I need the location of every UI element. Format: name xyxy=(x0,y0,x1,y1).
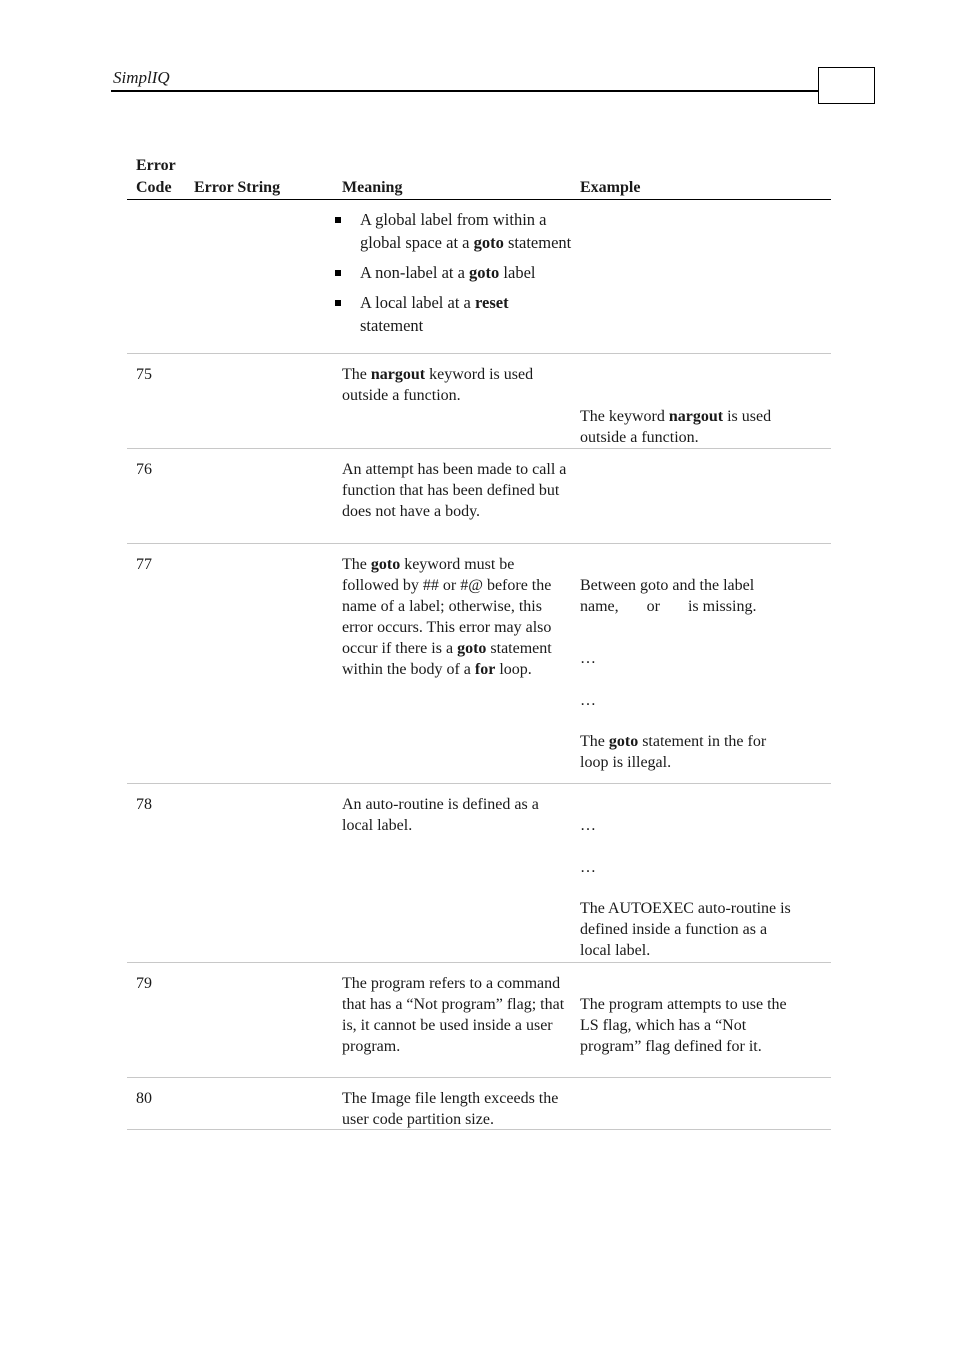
example-line: … xyxy=(580,857,596,878)
text-segment: LS flag, which has a “Not xyxy=(580,1017,747,1034)
bullet-text: A global label from within a global spac… xyxy=(360,210,571,252)
text-segment: A local label at a xyxy=(360,293,475,312)
meaning-bullet-list: A global label from within a global spac… xyxy=(332,208,572,344)
example-line: LS flag, which has a “Not xyxy=(580,1015,746,1036)
text-segment: The xyxy=(580,733,609,750)
text-segment: … xyxy=(580,650,596,667)
text-segment: loop is illegal. xyxy=(580,754,672,771)
text-segment: statement xyxy=(360,316,424,335)
error-meaning: An auto-routine is defined as a local la… xyxy=(342,794,567,836)
error-code: 75 xyxy=(136,366,152,383)
table-row: 75 The nargout keyword is used outside a… xyxy=(127,354,831,449)
example-line: program” flag defined for it. xyxy=(580,1036,762,1057)
header-rule xyxy=(111,90,819,92)
column-header-code-line1: Error xyxy=(136,157,176,174)
error-code: 80 xyxy=(136,1090,152,1107)
keyword-text: reset xyxy=(475,293,509,312)
column-header-error-code: Error Code xyxy=(136,155,176,199)
text-segment: The AUTOEXEC auto-routine is xyxy=(580,900,791,917)
bullet-icon xyxy=(335,217,341,223)
error-code: 77 xyxy=(136,556,152,573)
text-segment: is used xyxy=(723,408,772,425)
bullet-icon xyxy=(335,270,341,276)
example-line: Between goto and the label xyxy=(580,575,754,596)
page-number-box xyxy=(818,67,875,104)
table-row: 78 An auto-routine is defined as a local… xyxy=(127,784,831,963)
text-segment: label xyxy=(499,263,536,282)
example-line: outside a function. xyxy=(580,427,699,448)
text-segment: program” flag defined for it. xyxy=(580,1038,762,1055)
example-line: name, or is missing. xyxy=(580,596,756,617)
text-segment: outside a function. xyxy=(580,429,699,446)
text-segment: defined inside a function as a xyxy=(580,921,768,938)
text-segment: name, or is missing. xyxy=(580,598,757,615)
keyword-text: goto xyxy=(457,640,487,657)
error-meaning: The nargout keyword is used outside a fu… xyxy=(342,364,567,406)
keyword-text: goto xyxy=(370,556,401,573)
column-header-code-line2: Code xyxy=(136,179,172,196)
error-meaning: The program refers to a command that has… xyxy=(342,973,567,1057)
text-segment: loop. xyxy=(495,661,532,678)
example-line: The program attempts to use the xyxy=(580,994,787,1015)
text-segment: The xyxy=(342,366,371,383)
keyword-text: goto xyxy=(469,263,500,282)
column-header-example: Example xyxy=(580,179,641,196)
table-header: Error Code Error String Meaning Example xyxy=(127,155,831,200)
error-code: 78 xyxy=(136,796,152,813)
text-segment: The keyword xyxy=(580,408,669,425)
bullet-item: A local label at a reset statement xyxy=(332,291,572,337)
example-line: loop is illegal. xyxy=(580,752,671,773)
example-line: local label. xyxy=(580,940,650,961)
text-segment: … xyxy=(580,692,596,709)
text-segment: The program refers to a command that has… xyxy=(342,975,565,1055)
text-segment: statement xyxy=(503,233,572,252)
text-segment: The Image file length exceeds the user c… xyxy=(342,1090,559,1128)
bullet-text: A local label at a reset statement xyxy=(360,293,509,335)
example-line: The keyword nargout is used xyxy=(580,406,771,427)
table-row: 77 The goto keyword must be followed by … xyxy=(127,544,831,784)
example-line: defined inside a function as a xyxy=(580,919,767,940)
error-meaning: An attempt has been made to call a funct… xyxy=(342,459,567,522)
text-segment: An auto-routine is defined as a local la… xyxy=(342,796,539,834)
example-line: … xyxy=(580,690,596,711)
table-row: 80 The Image file length exceeds the use… xyxy=(127,1078,831,1130)
table-row-continuation: A global label from within a global spac… xyxy=(127,200,831,354)
text-segment: A non-label at a xyxy=(360,263,470,282)
error-code: 79 xyxy=(136,975,152,992)
text-segment: statement in the for xyxy=(638,733,767,750)
table-row: 76 An attempt has been made to call a fu… xyxy=(127,449,831,544)
error-code-table: Error Code Error String Meaning Example … xyxy=(127,155,831,1130)
keyword-text: nargout xyxy=(370,366,426,383)
text-segment: The program attempts to use the xyxy=(580,996,787,1013)
example-line: The goto statement in the for xyxy=(580,731,766,752)
bullet-text: A non-label at a goto label xyxy=(360,263,536,282)
table-row: 79 The program refers to a command that … xyxy=(127,963,831,1078)
bullet-item: A non-label at a goto label xyxy=(332,261,572,284)
column-header-meaning: Meaning xyxy=(342,179,403,196)
example-line: … xyxy=(580,815,596,836)
text-segment: Between goto and the label xyxy=(580,577,755,594)
text-segment: The xyxy=(342,556,371,573)
column-header-error-string: Error String xyxy=(194,179,281,196)
text-segment: … xyxy=(580,817,596,834)
keyword-text: goto xyxy=(608,733,639,750)
bullet-icon xyxy=(335,300,341,306)
error-meaning: The goto keyword must be followed by ## … xyxy=(342,554,567,680)
error-code: 76 xyxy=(136,461,152,478)
keyword-text: for xyxy=(474,661,496,678)
text-segment: … xyxy=(580,859,596,876)
keyword-text: goto xyxy=(473,233,504,252)
bullet-item: A global label from within a global spac… xyxy=(332,208,572,254)
example-line: … xyxy=(580,648,596,669)
example-line: The AUTOEXEC auto-routine is xyxy=(580,898,791,919)
error-meaning: The Image file length exceeds the user c… xyxy=(342,1088,567,1130)
document-header-title: SimplIQ xyxy=(113,68,170,87)
keyword-text: nargout xyxy=(668,408,724,425)
text-segment: An attempt has been made to call a funct… xyxy=(342,461,567,520)
text-segment: local label. xyxy=(580,942,651,959)
